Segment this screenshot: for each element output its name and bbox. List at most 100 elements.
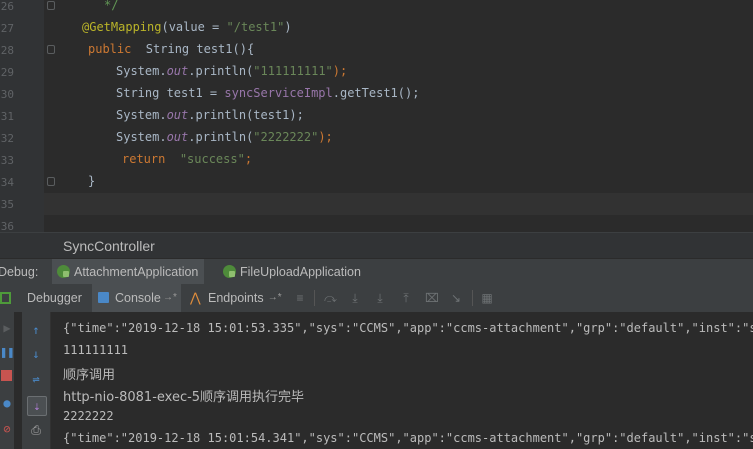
tab-console-label: Console — [115, 291, 161, 305]
tab-endpoints[interactable]: ⋀ Endpoints →* — [188, 284, 286, 312]
code-token: .println( — [188, 64, 254, 78]
mute-breakpoints-icon[interactable]: ⊘ — [0, 422, 14, 436]
static-field: out — [166, 64, 189, 78]
annotation-value: "/test1" — [226, 20, 285, 34]
scroll-to-end-icon[interactable]: ⇣ — [27, 396, 47, 416]
fold-marker-icon[interactable] — [47, 45, 55, 54]
code-line-28: public String test1(){ — [88, 42, 254, 56]
string-literal: "success" — [179, 152, 245, 166]
debug-sessions-bar: Debug: AttachmentApplication FileUploadA… — [0, 258, 753, 286]
console-line: {"time":"2019-12-18 15:01:53.335","sys":… — [63, 321, 753, 335]
method-signature: String test1(){ — [131, 42, 255, 56]
fold-marker-icon[interactable] — [47, 177, 55, 186]
run-to-cursor-icon[interactable]: ↘ — [450, 292, 462, 304]
code-line-30: String test1 = syncServiceImpl.getTest1(… — [116, 86, 419, 100]
comment-end: */ — [104, 0, 119, 12]
debug-tab-attachment[interactable]: AttachmentApplication — [52, 259, 205, 285]
debug-tool-tabs: Debugger Console →* ⋀ Endpoints →* ≡ ⤼ ⤓… — [0, 284, 753, 313]
tab-debugger[interactable]: Debugger — [27, 284, 82, 312]
line-number: 27 — [0, 22, 14, 35]
closing-brace: } — [88, 174, 96, 188]
pause-icon[interactable]: ❚❚ — [0, 345, 14, 359]
view-breakpoints-icon[interactable]: ● — [0, 396, 14, 410]
console-line: 111111111 — [63, 343, 129, 357]
console-icon — [98, 292, 109, 303]
soft-wrap-icon[interactable]: ⇌ — [29, 372, 43, 386]
code-token: .getTest1(); — [332, 86, 420, 100]
console-output[interactable]: {"time":"2019-12-18 15:01:53.335","sys":… — [51, 312, 753, 449]
drop-frame-icon[interactable]: ⌧ — [425, 292, 439, 304]
scroll-up-icon[interactable]: ↑ — [29, 323, 43, 337]
console-line: http-nio-8081-exec-5顺序调用执行完毕 — [63, 390, 305, 405]
scroll-down-icon[interactable]: ↓ — [29, 347, 43, 361]
line-number: 26 — [0, 0, 14, 13]
static-field: out — [166, 108, 189, 122]
debug-app-icon — [223, 265, 236, 278]
line-number: 28 — [0, 44, 14, 57]
line-number: 34 — [0, 176, 14, 189]
debug-actions-strip: ▶ ❚❚ ● ⊘ — [0, 312, 14, 449]
breadcrumb-class-name[interactable]: SyncController — [63, 238, 155, 254]
console-actions-strip: ↑ ↓ ⇌ ⇣ ⎙ — [22, 312, 51, 449]
debug-tab-label: AttachmentApplication — [74, 265, 199, 279]
debug-app-icon — [57, 265, 70, 278]
keyword-return: return — [122, 152, 166, 166]
tab-console[interactable]: Console →* — [92, 284, 181, 312]
line-number: 29 — [0, 66, 14, 79]
field-reference: syncServiceImpl — [224, 86, 333, 100]
code-editor[interactable]: 26 27 28 29 30 31 32 33 34 35 36 */ @Get… — [0, 0, 753, 232]
debug-tab-fileupload[interactable]: FileUploadApplication — [218, 259, 367, 285]
line-number: 32 — [0, 132, 14, 145]
static-field: out — [166, 130, 189, 144]
tab-endpoints-label: Endpoints — [208, 291, 264, 305]
line-number: 33 — [0, 154, 14, 167]
line-number: 35 — [0, 198, 14, 211]
string-literal: "2222222" — [253, 130, 319, 144]
string-literal: "111111111" — [253, 64, 333, 78]
code-line-32: System.out.println("2222222"); — [116, 130, 333, 144]
rerun-icon[interactable] — [0, 291, 12, 305]
code-token: .println(test1); — [188, 108, 304, 122]
code-line-29: System.out.println("111111111"); — [116, 64, 347, 78]
code-token: System. — [116, 64, 167, 78]
breadcrumb: SyncController — [0, 232, 753, 259]
resume-icon[interactable]: ▶ — [0, 321, 14, 335]
annotation-close: ) — [284, 20, 292, 34]
annotation-args: (value = — [161, 20, 227, 34]
debug-label: Debug: — [0, 265, 39, 279]
code-token: .println( — [188, 130, 254, 144]
annotation: @GetMapping — [82, 20, 162, 34]
console-line: {"time":"2019-12-18 15:01:54.341","sys":… — [63, 431, 753, 445]
show-execution-point-icon[interactable]: ≡ — [294, 292, 306, 304]
current-line-highlight — [44, 193, 753, 215]
code-token: ); — [318, 130, 333, 144]
code-token: ; — [244, 152, 253, 166]
pin-arrow-icon: →* — [267, 292, 282, 303]
pin-arrow-icon: →* — [162, 292, 177, 303]
debug-tab-label: FileUploadApplication — [240, 265, 361, 279]
evaluate-expression-icon[interactable]: ▦ — [481, 292, 493, 304]
divider — [314, 290, 315, 306]
force-step-into-icon[interactable]: ⤓ — [374, 292, 386, 304]
code-line-31: System.out.println(test1); — [116, 108, 304, 122]
code-token: System. — [116, 130, 167, 144]
step-out-icon[interactable]: ⤒ — [400, 292, 412, 304]
line-number: 31 — [0, 110, 14, 123]
keyword-public: public — [88, 42, 132, 56]
fold-marker-icon[interactable] — [47, 1, 55, 10]
endpoints-icon: ⋀ — [190, 290, 201, 305]
line-number: 30 — [0, 88, 14, 101]
console-line: 2222222 — [63, 409, 114, 423]
step-into-icon[interactable]: ⤓ — [349, 292, 361, 304]
console-line: 顺序调用 — [63, 368, 116, 383]
print-icon[interactable]: ⎙ — [29, 423, 43, 437]
code-token: System. — [116, 108, 167, 122]
divider — [472, 290, 473, 306]
code-token: String test1 = — [116, 86, 225, 100]
code-line-33: return "success"; — [122, 152, 252, 166]
step-over-icon[interactable]: ⤼ — [324, 292, 337, 304]
stop-icon[interactable] — [0, 369, 14, 383]
code-token: ); — [332, 64, 348, 78]
line-number: 36 — [0, 220, 14, 232]
code-line-27: @GetMapping(value = "/test1") — [82, 20, 292, 34]
